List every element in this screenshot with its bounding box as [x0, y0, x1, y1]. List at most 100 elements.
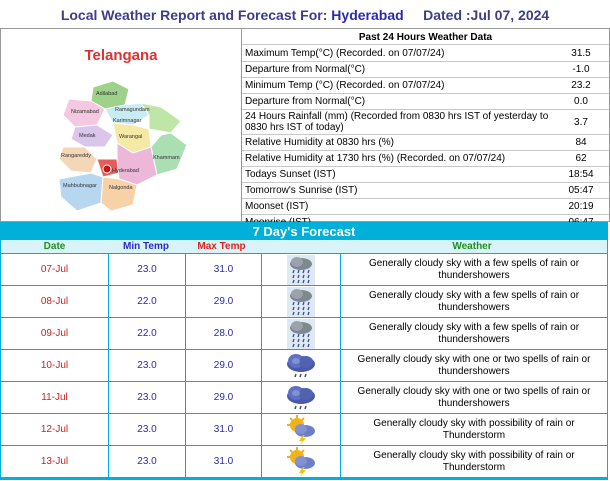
forecast-max-temp: 29.0 [186, 350, 262, 381]
forecast-row: 10-Jul 23.0 29.0 Generally cloudy sky with … [1, 350, 607, 381]
top-panel: Telangana Adilabad Nizamabad Ramagundam … [0, 28, 610, 228]
forecast-row: 12-Jul 23.0 31.0 Generally cloudy sky with … [1, 414, 607, 445]
forecast-max-temp: 29.0 [186, 286, 262, 317]
storm-cloud-icon [284, 350, 318, 381]
forecast-date: 12-Jul [1, 414, 109, 445]
forecast-weather-text: Generally cloudy sky with a few spells o… [368, 289, 580, 313]
past-data-row: Maximum Temp(°C) (Recorded. on 07/07/24)… [242, 44, 609, 61]
past-data-value: 3.7 [574, 116, 588, 128]
svg-text:Hyderabad: Hyderabad [112, 168, 139, 174]
forecast-icon-cell [262, 318, 341, 349]
past-data-value: 05:47 [568, 185, 594, 196]
forecast-min-temp: 23.0 [109, 446, 186, 477]
forecast-date: 07-Jul [1, 254, 109, 285]
title-city: Hyderabad [331, 7, 404, 23]
past-data-row: Departure from Normal(°C) 0.0 [242, 93, 609, 109]
title-date: Dated :Jul 07, 2024 [423, 7, 550, 23]
rain-cloud-icon [287, 286, 315, 317]
forecast-weather-text: Generally cloudy sky with possibility of… [373, 417, 575, 441]
forecast-row: 13-Jul 23.0 31.0 Generally cloudy sky with … [1, 446, 607, 477]
past-data-value: -1.0 [572, 64, 590, 75]
past-data-value: 84 [575, 137, 587, 148]
past-data-value: 62 [575, 153, 587, 164]
past-data-value: 23.2 [571, 80, 591, 91]
svg-text:Adilabad: Adilabad [96, 91, 117, 97]
past-24h-title: Past 24 Hours Weather Data [358, 32, 493, 43]
past-data-row: Relative Humidity at 1730 hrs (%) (Recor… [242, 150, 609, 166]
svg-text:Mahbubnagar: Mahbubnagar [63, 183, 97, 189]
page-title: Local Weather Report and Forecast For: H… [0, 0, 610, 28]
forecast-min-temp: 23.0 [109, 350, 186, 381]
forecast-date: 11-Jul [1, 382, 109, 413]
past-data-row: 24 Hours Rainfall (mm) (Recorded from 08… [242, 109, 609, 134]
past-data-label: Minimum Temp (°C) (Recorded. on 07/07/24… [245, 80, 445, 91]
district-shapes [58, 80, 188, 212]
forecast-row: 11-Jul 23.0 29.0 Generally cloudy sky with … [1, 382, 607, 413]
header-date: Date [43, 241, 66, 252]
past-data-label: Relative Humidity at 1730 hrs (%) (Recor… [245, 153, 506, 164]
forecast-min-temp: 22.0 [109, 318, 186, 349]
forecast-max-temp: 29.0 [186, 382, 262, 413]
past-data-label: Departure from Normal(°C) [245, 64, 366, 75]
forecast-row: 09-Jul 22.0 28.0 Generally cloudy sky with … [1, 318, 607, 349]
forecast-icon-cell [262, 350, 341, 381]
past-24h-table: Maximum Temp(°C) (Recorded. on 07/07/24)… [242, 44, 609, 230]
storm-cloud-icon [284, 382, 318, 413]
svg-text:Rangareddy: Rangareddy [61, 153, 91, 159]
forecast-row: 08-Jul 22.0 29.0 Generally cloudy sky with … [1, 286, 607, 317]
forecast-header-row: Date Min Temp Max Temp Weather [1, 240, 607, 253]
header-min-temp: Min Temp [123, 241, 169, 252]
header-weather: Weather [452, 241, 492, 252]
forecast-icon-cell [262, 286, 341, 317]
forecast-min-temp: 23.0 [109, 254, 186, 285]
past-data-row: Minimum Temp (°C) (Recorded. on 07/07/24… [242, 77, 609, 93]
past-data-row: Tomorrow's Sunrise (IST) 05:47 [242, 182, 609, 198]
forecast-panel: 7 Day's Forecast Date Min Temp Max Temp … [0, 222, 608, 480]
past-data-label: Relative Humidity at 0830 hrs (%) [245, 137, 394, 148]
rain-cloud-icon [287, 254, 315, 285]
past-data-label: Moonset (IST) [245, 201, 309, 212]
forecast-weather-text: Generally cloudy sky with possibility of… [373, 449, 575, 473]
forecast-weather-text: Generally cloudy sky with a few spells o… [368, 257, 580, 281]
header-icon [259, 240, 337, 253]
past-data-value: 0.0 [574, 96, 588, 107]
forecast-min-temp: 23.0 [109, 414, 186, 445]
header-max-temp: Max Temp [197, 241, 246, 252]
past-data-label: 24 Hours Rainfall (mm) (Recorded from 08… [245, 111, 549, 133]
past-data-value: 20:19 [568, 201, 594, 212]
forecast-max-temp: 31.0 [186, 414, 262, 445]
svg-text:Warangal: Warangal [119, 134, 142, 140]
past-data-label: Tomorrow's Sunrise (IST) [245, 185, 358, 196]
sun-thunder-icon [286, 414, 316, 445]
forecast-min-temp: 23.0 [109, 382, 186, 413]
forecast-icon-cell [262, 414, 341, 445]
forecast-row: 07-Jul 23.0 31.0 Generally cloudy sky with … [1, 254, 607, 285]
past-data-value: 31.5 [571, 47, 591, 59]
svg-text:Medak: Medak [79, 133, 96, 139]
past-data-row: Moonset (IST) 20:19 [242, 198, 609, 214]
past-data-value: 18:54 [568, 169, 594, 180]
forecast-table: 07-Jul 23.0 31.0 Generally cloudy sky with … [0, 254, 608, 477]
sun-thunder-icon [286, 446, 316, 477]
forecast-date: 10-Jul [1, 350, 109, 381]
state-map: Telangana Adilabad Nizamabad Ramagundam … [1, 29, 242, 221]
svg-text:Karimnagar: Karimnagar [113, 118, 142, 124]
forecast-date: 09-Jul [1, 318, 109, 349]
telangana-map: Adilabad Nizamabad Ramagundam Karimnagar… [58, 80, 188, 212]
forecast-title: 7 Day's Forecast [252, 224, 356, 239]
svg-text:Nizamabad: Nizamabad [71, 109, 99, 115]
title-prefix: Local Weather Report and Forecast For: [60, 7, 328, 23]
past-data-row: Todays Sunset (IST) 18:54 [242, 166, 609, 182]
svg-text:Ramagundam: Ramagundam [115, 107, 150, 113]
svg-text:Khammam: Khammam [153, 155, 180, 161]
forecast-weather-text: Generally cloudy sky with one or two spe… [357, 385, 591, 409]
past-data-label: Departure from Normal(°C) [245, 96, 366, 107]
svg-text:Nalgonda: Nalgonda [109, 185, 133, 191]
past-data-row: Relative Humidity at 0830 hrs (%) 84 [242, 134, 609, 150]
forecast-icon-cell [262, 382, 341, 413]
forecast-max-temp: 31.0 [186, 446, 262, 477]
forecast-weather-text: Generally cloudy sky with one or two spe… [357, 353, 591, 377]
past-data-label: Todays Sunset (IST) [245, 169, 336, 180]
past-data-label: Maximum Temp(°C) (Recorded. on 07/07/24) [245, 47, 445, 59]
forecast-max-temp: 31.0 [186, 254, 262, 285]
